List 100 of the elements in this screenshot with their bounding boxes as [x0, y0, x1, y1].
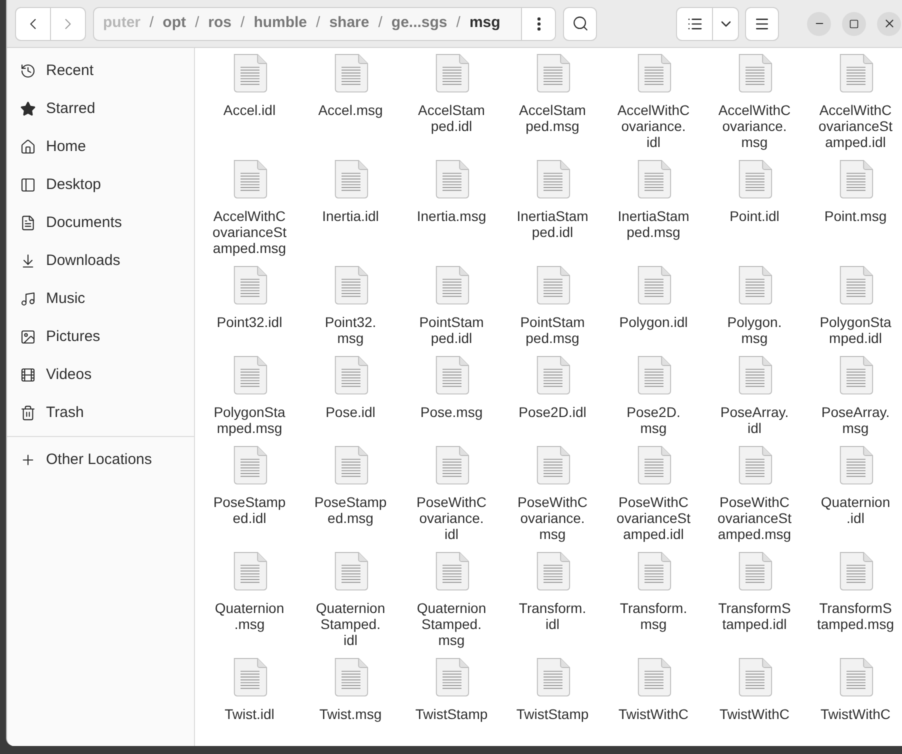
document-icon — [332, 53, 368, 93]
file-item[interactable]: Inertia.idl — [300, 159, 401, 265]
file-item[interactable]: Quaternion Stamped. idl — [300, 551, 401, 657]
file-name: ped.msg — [626, 224, 680, 240]
file-name: ed.idl — [232, 510, 266, 526]
file-item[interactable]: Accel.msg — [300, 53, 401, 159]
file-item[interactable]: Pose2D. msg — [603, 355, 704, 445]
close-button[interactable] — [877, 12, 901, 36]
menu-icon — [754, 16, 770, 32]
file-item[interactable]: AccelStam ped.idl — [401, 53, 502, 159]
file-item[interactable]: PoseWithC ovariance. msg — [502, 445, 603, 551]
file-item[interactable]: InertiaStam ped.idl — [502, 159, 603, 265]
file-item[interactable]: AccelWithC ovarianceSt amped.idl — [805, 53, 902, 159]
sidebar-item[interactable]: Recent — [7, 52, 194, 90]
file-item[interactable]: Quaternion .idl — [805, 445, 902, 551]
file-item[interactable]: AccelWithC ovarianceSt amped.msg — [199, 159, 300, 265]
file-item[interactable]: Polygon.idl — [603, 265, 704, 355]
file-item[interactable]: TransformS tamped.msg — [805, 551, 902, 657]
file-item[interactable]: Point.msg — [805, 159, 902, 265]
file-item[interactable]: TransformS tamped.idl — [704, 551, 805, 657]
menu-button[interactable] — [745, 6, 779, 40]
file-item[interactable]: TwistStamp — [401, 657, 502, 731]
document-icon — [736, 355, 772, 395]
file-item[interactable]: Pose.msg — [401, 355, 502, 445]
file-item[interactable]: PointStam ped.idl — [401, 265, 502, 355]
music-note-icon — [20, 291, 36, 307]
file-name: AccelWithC — [819, 102, 892, 118]
file-item[interactable]: Point32. msg — [300, 265, 401, 355]
sidebar-item[interactable]: Home — [7, 128, 194, 166]
file-item[interactable]: PoseArray. msg — [805, 355, 902, 445]
file-item[interactable]: Accel.idl — [199, 53, 300, 159]
file-item[interactable]: PointStam ped.msg — [502, 265, 603, 355]
file-item[interactable]: Inertia.msg — [401, 159, 502, 265]
sidebar-item[interactable]: Documents — [7, 204, 194, 242]
path-crumb[interactable]: share — [329, 12, 370, 35]
file-name: Accel.idl — [223, 102, 276, 118]
file-name: ovariance. — [621, 118, 686, 134]
file-item[interactable]: Transform. idl — [502, 551, 603, 657]
document-icon — [636, 159, 672, 199]
file-name: TwistWithC — [720, 706, 790, 722]
file-item[interactable]: InertiaStam ped.msg — [603, 159, 704, 265]
file-name: Polygon.idl — [619, 314, 688, 330]
document-icon — [434, 265, 470, 305]
file-item[interactable]: Twist.msg — [300, 657, 401, 731]
file-item[interactable]: PoseStamp ed.idl — [199, 445, 300, 551]
document-icon — [534, 445, 570, 485]
file-name: idl — [545, 616, 560, 632]
file-item[interactable]: Pose.idl — [300, 355, 401, 445]
path-crumb[interactable]: opt — [162, 12, 186, 35]
file-name: AccelStam — [418, 102, 485, 118]
path-separator: / — [150, 13, 154, 34]
sidebar-item[interactable]: Starred — [7, 90, 194, 128]
sidebar-item[interactable]: Trash — [7, 394, 194, 432]
file-item[interactable]: PoseWithC ovarianceSt amped.idl — [603, 445, 704, 551]
sidebar-item[interactable]: Pictures — [7, 318, 194, 356]
file-item[interactable]: TwistWithC — [603, 657, 704, 731]
search-button[interactable] — [563, 6, 597, 40]
document-icon — [736, 445, 772, 485]
file-item[interactable]: Point.idl — [704, 159, 805, 265]
sidebar-item[interactable]: Other Locations — [7, 441, 194, 479]
file-item[interactable]: AccelStam ped.msg — [502, 53, 603, 159]
sidebar-item[interactable]: Music — [7, 280, 194, 318]
path-separator: / — [378, 13, 382, 34]
sidebar-item[interactable]: Videos — [7, 356, 194, 394]
file-item[interactable]: Polygon. msg — [704, 265, 805, 355]
path-crumb[interactable]: msg — [469, 12, 500, 35]
document-icon — [534, 355, 570, 395]
file-name: tamped.msg — [816, 616, 894, 632]
file-item[interactable]: PoseWithC ovariance. idl — [401, 445, 502, 551]
file-item[interactable]: Transform. msg — [603, 551, 704, 657]
document-icon — [636, 355, 672, 395]
more-button[interactable] — [521, 8, 555, 40]
file-item[interactable]: PoseWithC ovarianceSt amped.msg — [704, 445, 805, 551]
file-item[interactable]: Quaternion Stamped. msg — [401, 551, 502, 657]
maximize-button[interactable] — [842, 12, 866, 36]
file-name: Point.idl — [730, 208, 780, 224]
file-item[interactable]: AccelWithC ovariance. idl — [603, 53, 704, 159]
file-item[interactable]: Quaternion .msg — [199, 551, 300, 657]
document-icon — [736, 551, 772, 591]
clock-icon — [20, 63, 36, 79]
path-crumb[interactable]: ge...sgs — [391, 12, 448, 35]
file-item[interactable]: Pose2D.idl — [502, 355, 603, 445]
file-item[interactable]: PoseArray. idl — [704, 355, 805, 445]
sidebar-item[interactable]: Desktop — [7, 166, 194, 204]
path-separator: / — [456, 13, 460, 34]
path-crumb[interactable]: humble — [254, 12, 308, 35]
sidebar-item[interactable]: Downloads — [7, 242, 194, 280]
document-icon — [232, 445, 268, 485]
file-item[interactable]: AccelWithC ovariance. msg — [704, 53, 805, 159]
document-icon — [736, 657, 772, 697]
file-name: AccelWithC — [617, 102, 690, 118]
file-item[interactable]: Twist.idl — [199, 657, 300, 731]
path-crumb[interactable]: ros — [208, 12, 232, 35]
file-item[interactable]: TwistWithC — [704, 657, 805, 731]
file-item[interactable]: PolygonSta mped.idl — [805, 265, 902, 355]
file-item[interactable]: Point32.idl — [199, 265, 300, 355]
file-item[interactable]: PolygonSta mped.msg — [199, 355, 300, 445]
file-item[interactable]: TwistWithC — [805, 657, 902, 731]
file-item[interactable]: PoseStamp ed.msg — [300, 445, 401, 551]
file-item[interactable]: TwistStamp — [502, 657, 603, 731]
